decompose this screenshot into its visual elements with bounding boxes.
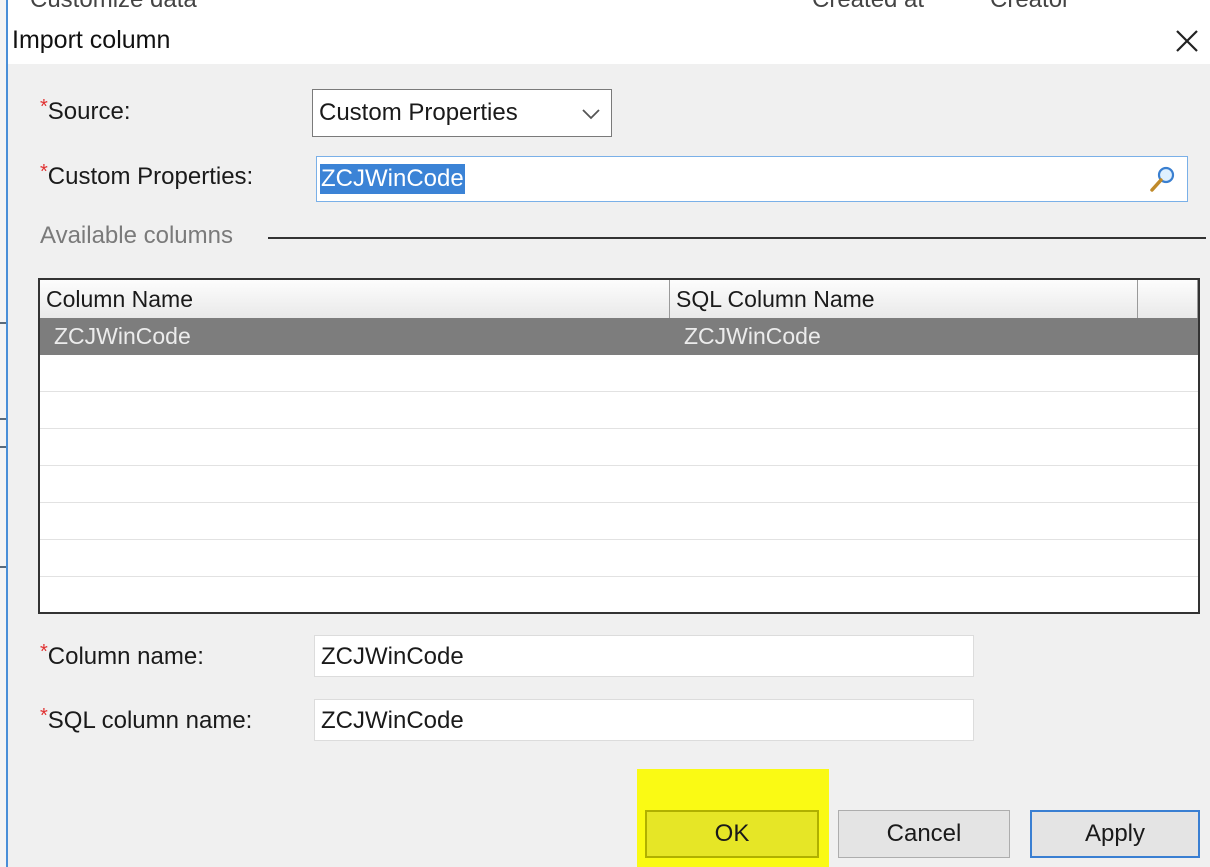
ok-button[interactable]: OK [645, 810, 819, 858]
source-dropdown[interactable]: Custom Properties [312, 89, 612, 137]
available-columns-label: Available columns [40, 222, 233, 249]
empty-row [40, 355, 1198, 392]
column-header-extra[interactable] [1138, 280, 1198, 318]
chevron-down-icon [582, 109, 600, 120]
grid-header: Column Name SQL Column Name [40, 280, 1198, 319]
empty-row [40, 466, 1198, 503]
border-tick [0, 566, 6, 568]
sql-column-name-label: *SQL column name: [40, 705, 253, 734]
custom-properties-label: *Custom Properties: [40, 161, 254, 190]
column-name-value: ZCJWinCode [321, 643, 464, 670]
close-button[interactable] [1170, 20, 1210, 60]
dialog-title: Import column [12, 26, 171, 54]
dialog-titlebar: Import column [8, 8, 1210, 64]
required-mark: * [40, 705, 48, 727]
empty-row [40, 392, 1198, 429]
close-icon [1176, 30, 1198, 52]
available-columns-grid[interactable]: Column Name SQL Column Name ZCJWinCode Z… [38, 278, 1200, 614]
table-row[interactable]: ZCJWinCode ZCJWinCode [40, 318, 1198, 355]
border-tick [0, 418, 6, 420]
custom-properties-value: ZCJWinCode [320, 164, 465, 194]
required-mark: * [40, 641, 48, 663]
cell-column-name: ZCJWinCode [54, 323, 191, 349]
empty-row [40, 429, 1198, 466]
border-tick [0, 446, 6, 448]
required-mark: * [40, 161, 48, 183]
column-name-field[interactable]: ZCJWinCode [314, 635, 974, 677]
cancel-button[interactable]: Cancel [838, 810, 1010, 858]
source-value: Custom Properties [319, 99, 518, 126]
column-name-label: *Column name: [40, 641, 204, 670]
sql-column-name-field[interactable]: ZCJWinCode [314, 699, 974, 741]
border-tick [0, 322, 6, 324]
column-header-sql-column-name[interactable]: SQL Column Name [670, 280, 1138, 318]
empty-row [40, 577, 1198, 612]
group-divider [268, 237, 1206, 239]
apply-button[interactable]: Apply [1030, 810, 1200, 858]
empty-row [40, 503, 1198, 540]
sql-column-name-value: ZCJWinCode [321, 707, 464, 734]
required-mark: * [40, 96, 48, 118]
custom-properties-input[interactable]: ZCJWinCode [316, 156, 1188, 202]
cell-sql-column-name: ZCJWinCode [684, 323, 821, 349]
empty-row [40, 540, 1198, 577]
column-header-column-name[interactable]: Column Name [40, 280, 670, 318]
source-label: *Source: [40, 96, 131, 125]
magnifier-icon[interactable] [1147, 163, 1179, 195]
dialog-left-border [0, 0, 8, 867]
